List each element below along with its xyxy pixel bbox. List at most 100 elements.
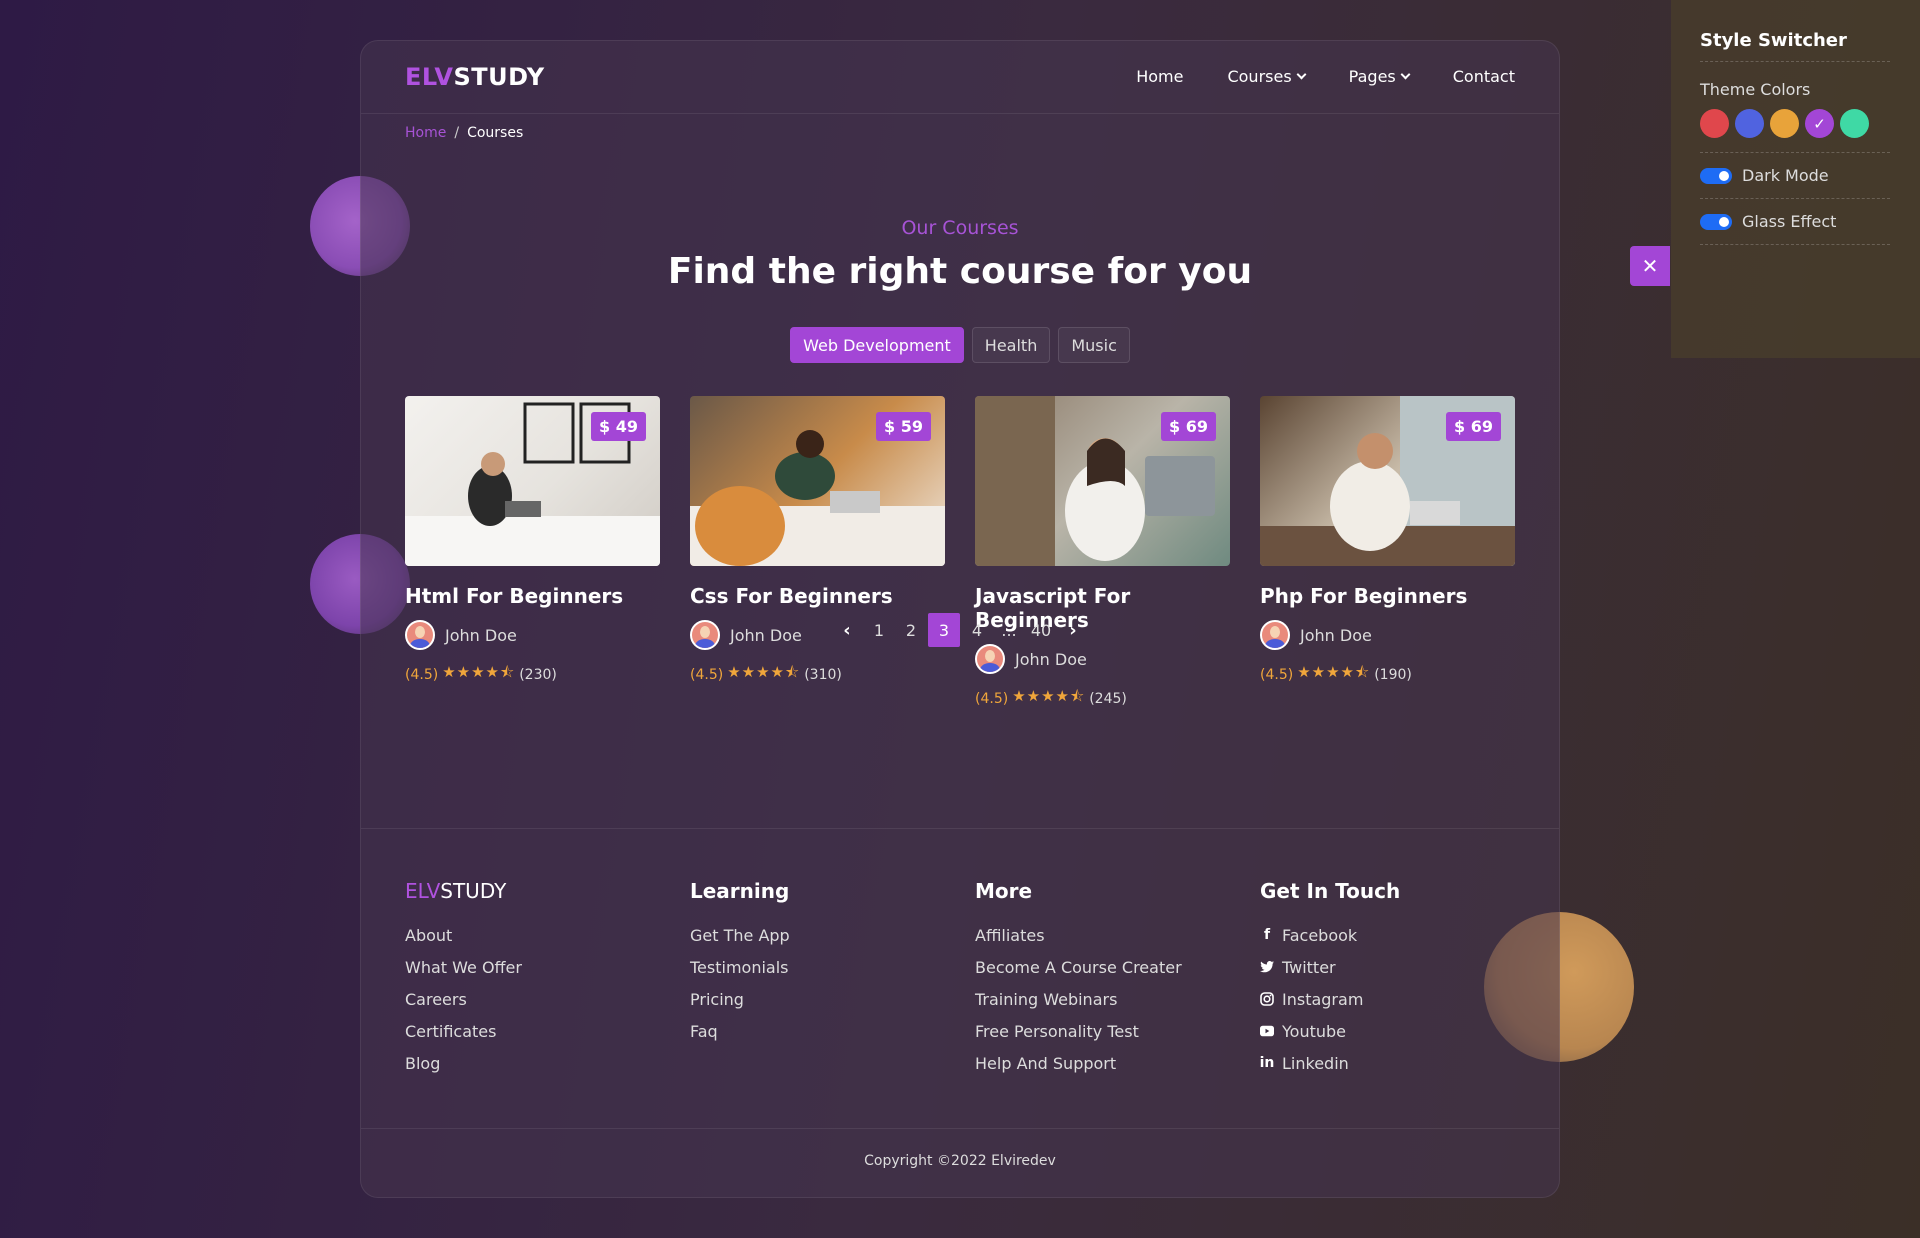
instagram-icon: [1260, 992, 1274, 1006]
page-button[interactable]: 4: [962, 613, 992, 647]
nav-label: Home: [1136, 67, 1184, 86]
page-button-current[interactable]: 3: [928, 613, 960, 647]
next-page-button[interactable]: ›: [1058, 613, 1088, 647]
filter-music[interactable]: Music: [1058, 327, 1130, 363]
course-title[interactable]: Php For Beginners: [1260, 584, 1515, 608]
theme-colors-label: Theme Colors: [1700, 80, 1811, 99]
course-image[interactable]: $ 69: [1260, 396, 1515, 566]
filter-web-development[interactable]: Web Development: [790, 327, 964, 363]
footer-link[interactable]: Affiliates: [975, 919, 1260, 951]
course-title[interactable]: Html For Beginners: [405, 584, 660, 608]
prev-page-button[interactable]: ‹: [832, 613, 862, 647]
navbar: ELVSTUDY Home Courses Pages Contact: [361, 41, 1559, 114]
page-button[interactable]: 2: [896, 613, 926, 647]
footer-link[interactable]: Training Webinars: [975, 983, 1260, 1015]
nav-item-courses[interactable]: Courses: [1227, 67, 1307, 86]
footer-link[interactable]: Get The App: [690, 919, 975, 951]
style-switcher-panel: Style Switcher Theme Colors ✓ Dark Mode …: [1671, 0, 1920, 358]
star-icons: ★★★★⯪: [1297, 663, 1371, 681]
course-card[interactable]: $ 59 Css For Beginners John Doe (4.5) ★★…: [690, 396, 945, 711]
breadcrumb-home[interactable]: Home: [405, 125, 446, 141]
footer-link[interactable]: Testimonials: [690, 951, 975, 983]
close-icon[interactable]: ✕: [1630, 246, 1670, 286]
footer-heading: More: [975, 879, 1033, 903]
course-title[interactable]: Css For Beginners: [690, 584, 945, 608]
rating-score: (4.5): [1260, 666, 1294, 683]
dark-mode-toggle[interactable]: [1700, 167, 1732, 184]
glass-effect-label: Glass Effect: [1742, 212, 1837, 231]
social-link-facebook[interactable]: f Facebook: [1260, 919, 1545, 951]
course-image[interactable]: $ 59: [690, 396, 945, 566]
course-card[interactable]: $ 69 Php For Beginners John Doe (4.5) ★★…: [1260, 396, 1515, 711]
social-link-instagram[interactable]: Instagram: [1260, 983, 1545, 1015]
footer-link[interactable]: Faq: [690, 1015, 975, 1047]
avatar: [975, 644, 1005, 674]
social-label: Instagram: [1282, 989, 1364, 1009]
page-button[interactable]: 40: [1026, 613, 1056, 647]
nav-item-contact[interactable]: Contact: [1453, 67, 1515, 86]
page-button[interactable]: 1: [864, 613, 894, 647]
footer-link[interactable]: Blog: [405, 1047, 690, 1079]
footer-link[interactable]: Free Personality Test: [975, 1015, 1260, 1047]
color-swatch-blue[interactable]: [1735, 109, 1764, 138]
footer-link[interactable]: About: [405, 919, 690, 951]
footer-link[interactable]: Pricing: [690, 983, 975, 1015]
color-swatch-red[interactable]: [1700, 109, 1729, 138]
nav-menu: Home Courses Pages Contact: [1136, 67, 1515, 86]
rating-count: (190): [1374, 666, 1412, 683]
footer-link[interactable]: Careers: [405, 983, 690, 1015]
social-link-youtube[interactable]: Youtube: [1260, 1015, 1545, 1047]
footer-col-contact: Get In Touch f Facebook Twitter Instagram…: [1260, 879, 1545, 1079]
footer-columns: ELVSTUDY About What We Offer Careers Cer…: [405, 879, 1545, 1079]
rating-score: (4.5): [690, 666, 724, 683]
footer-link[interactable]: Help And Support: [975, 1047, 1260, 1079]
glass-effect-toggle[interactable]: [1700, 213, 1732, 230]
nav-item-home[interactable]: Home: [1136, 67, 1183, 86]
price-badge: $ 69: [1161, 412, 1216, 441]
social-label: Facebook: [1282, 925, 1358, 945]
filter-health[interactable]: Health: [971, 327, 1051, 363]
social-link-twitter[interactable]: Twitter: [1260, 951, 1545, 983]
footer-link[interactable]: Certificates: [405, 1015, 690, 1047]
color-swatch-green[interactable]: [1840, 109, 1869, 138]
footer-heading: Get In Touch: [1260, 879, 1401, 903]
brand-suffix: STUDY: [453, 63, 545, 91]
footer-heading: Learning: [690, 879, 790, 903]
course-image[interactable]: $ 69: [975, 396, 1230, 566]
rating-score: (4.5): [405, 666, 439, 683]
divider: [361, 828, 1559, 829]
course-card[interactable]: $ 69 Javascript For Beginners John Doe (…: [975, 396, 1230, 711]
brand-prefix: ELV: [405, 63, 454, 91]
course-card[interactable]: $ 49 Html For Beginners John Doe (4.5) ★…: [405, 396, 660, 711]
brand-suffix: STUDY: [440, 879, 507, 903]
copyright: Copyright ©2022 Elviredev: [864, 1153, 1056, 1169]
color-swatch-orange[interactable]: [1770, 109, 1799, 138]
star-icons: ★★★★⯪: [1012, 687, 1086, 705]
footer-col-brand: ELVSTUDY About What We Offer Careers Cer…: [405, 879, 690, 1079]
course-grid: $ 49 Html For Beginners John Doe (4.5) ★…: [405, 396, 1515, 711]
brand-logo[interactable]: ELVSTUDY: [405, 63, 545, 91]
nav-item-pages[interactable]: Pages: [1349, 67, 1411, 86]
footer-link[interactable]: What We Offer: [405, 951, 690, 983]
color-swatch-purple[interactable]: ✓: [1805, 109, 1834, 138]
breadcrumb-current: Courses: [467, 125, 524, 141]
switcher-title: Style Switcher: [1700, 30, 1890, 62]
footer-logo[interactable]: ELVSTUDY: [405, 879, 690, 903]
course-image[interactable]: $ 49: [405, 396, 660, 566]
social-label: Twitter: [1282, 957, 1336, 977]
course-rating: (4.5) ★★★★⯪ (230): [405, 662, 660, 687]
check-icon: ✓: [1813, 114, 1826, 133]
chevron-down-icon: [1400, 69, 1411, 80]
course-rating: (4.5) ★★★★⯪ (245): [975, 686, 1230, 711]
youtube-icon: [1260, 1025, 1274, 1037]
divider: [361, 1128, 1559, 1129]
price-badge: $ 49: [591, 412, 646, 441]
footer-link[interactable]: Become A Course Creater: [975, 951, 1260, 983]
breadcrumb: Home / Courses: [405, 125, 523, 141]
page-ellipsis: ...: [1001, 620, 1017, 640]
chevron-down-icon: [1296, 69, 1307, 80]
social-link-linkedin[interactable]: in Linkedin: [1260, 1047, 1545, 1079]
brand-prefix: ELV: [405, 879, 441, 903]
section-eyebrow: Our Courses: [901, 217, 1019, 239]
section-title: Find the right course for you: [667, 251, 1253, 292]
